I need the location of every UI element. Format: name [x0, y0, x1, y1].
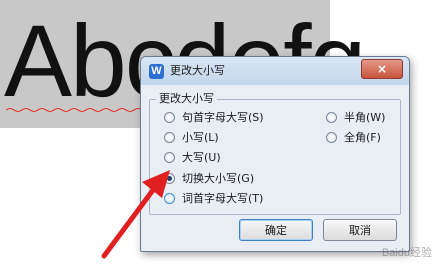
dialog-title: 更改大小写	[170, 64, 225, 77]
option-label: 切换大小写(G)	[182, 172, 255, 185]
close-button[interactable]: ×	[361, 59, 403, 79]
radio-icon[interactable]	[164, 152, 175, 163]
change-case-dialog: W 更改大小写 × 更改大小写 句首字母大写(S) 小写(L) 大写(U) 切换…	[140, 56, 410, 252]
option-label: 句首字母大写(S)	[182, 111, 264, 124]
option-label: 词首字母大写(T)	[182, 192, 264, 205]
ok-button[interactable]: 确定	[239, 219, 313, 241]
cancel-button[interactable]: 取消	[323, 219, 397, 241]
radio-icon[interactable]	[164, 112, 175, 123]
radio-icon[interactable]	[326, 132, 337, 143]
option-label: 半角(W)	[344, 111, 386, 124]
case-options-group: 更改大小写 句首字母大写(S) 小写(L) 大写(U) 切换大小写(G) 词首字…	[149, 92, 401, 215]
group-label: 更改大小写	[156, 92, 217, 106]
watermark: Baidu经验	[381, 247, 432, 259]
radio-icon[interactable]	[326, 112, 337, 123]
option-label: 全角(F)	[344, 131, 381, 144]
spellcheck-underline	[6, 108, 142, 112]
option-label: 大写(U)	[182, 151, 221, 164]
red-arrow-annotation	[101, 170, 170, 259]
dialog-titlebar[interactable]: W 更改大小写 ×	[141, 57, 409, 85]
option-label: 小写(L)	[182, 131, 219, 144]
wps-app-icon: W	[149, 64, 164, 79]
radio-icon[interactable]	[164, 132, 175, 143]
